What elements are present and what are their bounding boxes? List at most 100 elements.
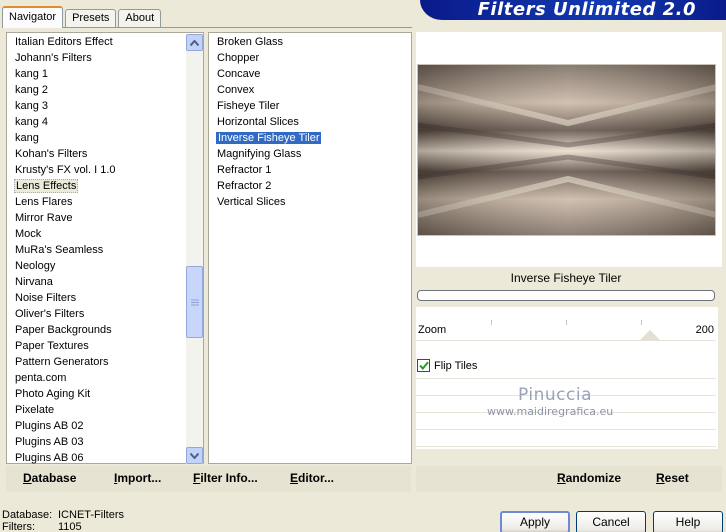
category-item[interactable]: Johann's Filters (14, 50, 93, 66)
category-item-label: Oliver's Filters (15, 308, 85, 320)
category-item-label: Noise Filters (15, 292, 77, 304)
status-database-value: ICNET-Filters (58, 509, 124, 521)
flip-tiles-checkbox[interactable] (417, 359, 430, 372)
filter-item-label: Refractor 2 (217, 180, 272, 192)
chevron-down-icon (190, 452, 199, 459)
filter-item[interactable]: Horizontal Slices (216, 114, 300, 130)
filter-list[interactable]: Broken Glass Chopper Concave Convex Fisheye … (208, 32, 412, 464)
category-item[interactable]: Plugins AB 02 (14, 418, 85, 434)
app-banner: Filters Unlimited 2.0 (420, 0, 726, 20)
watermark-url: www.maidiregrafica.eu (487, 405, 614, 418)
filter-info-button[interactable]: Filter Info... (193, 471, 258, 485)
category-item-label: kang (15, 132, 39, 144)
category-item-label: Lens Flares (15, 196, 73, 208)
current-filter-name: Inverse Fisheye Tiler (510, 271, 622, 285)
category-item[interactable]: Neology (14, 258, 56, 274)
zoom-label: Zoom (418, 324, 447, 336)
filter-item[interactable]: Chopper (216, 50, 260, 66)
tab-presets[interactable]: Presets (65, 9, 117, 28)
category-item-label: Paper Textures (15, 340, 89, 352)
category-item[interactable]: kang 3 (14, 98, 49, 114)
apply-button[interactable]: Apply (500, 511, 570, 532)
watermark-name: Pinuccia (518, 385, 592, 405)
category-item[interactable]: Paper Backgrounds (14, 322, 113, 338)
grip-icon (190, 299, 199, 305)
tab-navigator[interactable]: Navigator (2, 6, 64, 28)
editor-button[interactable]: Editor... (290, 471, 334, 485)
filter-item[interactable]: Refractor 1 (216, 162, 272, 178)
category-item[interactable]: Nirvana (14, 274, 54, 290)
category-item-label: Pixelate (15, 404, 55, 416)
cancel-button[interactable]: Cancel (576, 511, 646, 532)
tab-divider (2, 27, 412, 28)
filter-item[interactable]: Vertical Slices (216, 194, 286, 210)
category-item[interactable]: Oliver's Filters (14, 306, 85, 322)
chevron-up-icon (190, 39, 199, 46)
category-item[interactable]: Pattern Generators (14, 354, 110, 370)
filter-item-label: Fisheye Tiler (217, 100, 280, 112)
filter-item[interactable]: Fisheye Tiler (216, 98, 280, 114)
filter-item-label: Refractor 1 (217, 164, 272, 176)
category-item-label: kang 4 (15, 116, 49, 128)
category-item[interactable]: Pixelate (14, 402, 55, 418)
filter-item-label: Chopper (217, 52, 260, 64)
category-item[interactable]: penta.com (14, 370, 67, 386)
category-item[interactable]: Mock (14, 226, 42, 242)
category-item-label: kang 2 (15, 84, 49, 96)
category-item[interactable]: Italian Editors Effect (14, 34, 114, 50)
category-item-label: MuRa's Seamless (15, 244, 104, 256)
category-item[interactable]: Lens Effects (14, 178, 79, 194)
reset-button[interactable]: Reset (656, 471, 689, 485)
scroll-up-button[interactable] (186, 34, 203, 51)
database-button[interactable]: Database (23, 471, 76, 485)
category-item[interactable]: kang 1 (14, 66, 49, 82)
category-item[interactable]: Krusty's FX vol. I 1.0 (14, 162, 117, 178)
slider-tick (491, 320, 492, 325)
filter-item[interactable]: Broken Glass (216, 34, 284, 50)
category-item[interactable]: Kohan's Filters (14, 146, 88, 162)
category-item[interactable]: kang 4 (14, 114, 49, 130)
filter-item[interactable]: Convex (216, 82, 255, 98)
filter-item-label: Magnifying Glass (217, 148, 302, 160)
tab-strip: Navigator Presets About (2, 6, 163, 28)
flip-tiles-label: Flip Tiles (434, 359, 478, 372)
scroll-thumb[interactable] (186, 266, 203, 338)
scroll-down-button[interactable] (186, 447, 203, 464)
category-item[interactable]: kang 2 (14, 82, 49, 98)
category-item[interactable]: Photo Aging Kit (14, 386, 91, 402)
filter-item[interactable]: Concave (216, 66, 261, 82)
randomize-button[interactable]: Randomize (557, 471, 621, 485)
filter-item[interactable]: Magnifying Glass (216, 146, 302, 162)
category-scrollbar[interactable] (186, 34, 203, 464)
flip-tiles-option[interactable]: Flip Tiles (417, 359, 477, 372)
category-item-label: Johann's Filters (15, 52, 92, 64)
slider-tick (641, 320, 642, 325)
category-item[interactable]: MuRa's Seamless (14, 242, 104, 258)
category-list[interactable]: Italian Editors Effect Johann's Filters ka… (6, 32, 204, 464)
help-button[interactable]: Help (653, 511, 723, 532)
param-row (416, 446, 716, 447)
zoom-slider-thumb[interactable] (640, 330, 660, 340)
category-item-label: Mock (15, 228, 42, 240)
filter-item[interactable]: Inverse Fisheye Tiler (216, 130, 322, 146)
category-item-label: Lens Effects (14, 179, 79, 193)
category-item-label: Kohan's Filters (15, 148, 88, 160)
app-title: Filters Unlimited 2.0 (477, 0, 696, 20)
category-item[interactable]: Plugins AB 06 (14, 450, 85, 466)
tab-about[interactable]: About (118, 9, 162, 28)
filter-item-label: Convex (217, 84, 255, 96)
category-item[interactable]: Mirror Rave (14, 210, 73, 226)
category-item[interactable]: Lens Flares (14, 194, 73, 210)
category-item[interactable]: kang (14, 130, 40, 146)
category-item[interactable]: Plugins AB 03 (14, 434, 85, 450)
import-button[interactable]: Import... (114, 471, 161, 485)
category-item-label: penta.com (15, 372, 67, 384)
preview-image (417, 64, 716, 236)
category-item[interactable]: Paper Textures (14, 338, 90, 354)
status-database-label: Database: (2, 509, 53, 521)
category-item-label: kang 1 (15, 68, 49, 80)
filter-item[interactable]: Refractor 2 (216, 178, 272, 194)
param-row (416, 378, 716, 379)
category-item-label: Plugins AB 02 (15, 420, 84, 432)
category-item[interactable]: Noise Filters (14, 290, 77, 306)
